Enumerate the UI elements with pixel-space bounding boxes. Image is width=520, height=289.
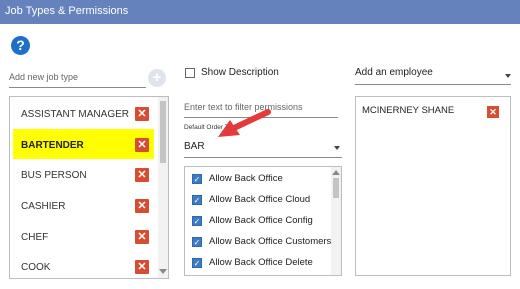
permissions-list: ✓ Allow Back Office ✓ Allow Back Office …	[184, 166, 342, 276]
chevron-down-icon	[505, 74, 511, 78]
delete-job-type-button[interactable]: ✕	[135, 230, 149, 244]
job-type-label: CASHIER	[21, 201, 66, 212]
delete-job-type-button[interactable]: ✕	[135, 168, 149, 182]
remove-employee-button[interactable]: ✕	[487, 106, 499, 118]
checkbox-checked-icon[interactable]: ✓	[192, 257, 202, 268]
chevron-down-icon	[334, 146, 340, 150]
permission-item[interactable]: ✓ Allow Back Office	[192, 173, 283, 184]
add-employee-dropdown[interactable]: Add an employee	[355, 67, 511, 85]
add-employee-label: Add an employee	[355, 67, 433, 78]
delete-job-type-button[interactable]: ✕	[135, 138, 149, 152]
permission-item[interactable]: ✓ Allow Back Office Customers	[192, 236, 331, 247]
job-type-row-selected[interactable]: BARTENDER ✕	[13, 129, 154, 159]
default-order-type-label: Default Order T	[184, 124, 229, 131]
scroll-down-arrow-icon[interactable]	[159, 269, 167, 274]
permissions-scrollbar[interactable]	[331, 167, 341, 275]
permission-label: Allow Back Office Config	[209, 215, 313, 226]
show-description-label: Show Description	[201, 67, 279, 78]
checkbox-checked-icon[interactable]: ✓	[192, 236, 202, 247]
checkbox-checked-icon[interactable]: ✓	[192, 173, 202, 184]
checkbox-checked-icon[interactable]: ✓	[192, 215, 202, 226]
job-type-row[interactable]: ASSISTANT MANAGER ✕	[13, 98, 154, 128]
window-title: Job Types & Permissions	[5, 5, 129, 17]
job-types-list: ASSISTANT MANAGER ✕ BARTENDER ✕ BUS PERS…	[9, 96, 169, 279]
window-title-bar: Job Types & Permissions	[0, 0, 520, 24]
checkbox-checked-icon[interactable]: ✓	[192, 194, 202, 205]
permission-label: Allow Back Office Delete	[209, 257, 313, 268]
job-type-label: CHEF	[21, 232, 49, 243]
show-description-toggle[interactable]: Show Description	[185, 67, 279, 78]
add-job-type-button[interactable]: +	[148, 69, 166, 87]
job-type-row[interactable]: CASHIER ✕	[13, 190, 154, 220]
permission-label: Allow Back Office	[209, 173, 283, 184]
delete-job-type-button[interactable]: ✕	[135, 199, 149, 213]
employees-list: MCINERNEY SHANE ✕	[355, 96, 511, 276]
permission-label: Allow Back Office Customers	[209, 236, 332, 247]
permission-label: Allow Back Office Cloud	[209, 194, 311, 205]
permission-item[interactable]: ✓ Allow Back Office Delete	[192, 257, 313, 268]
default-order-type-value: BAR	[184, 141, 205, 152]
job-type-row[interactable]: COOK ✕	[13, 251, 154, 278]
permission-item[interactable]: ✓ Allow Back Office Config	[192, 215, 313, 226]
job-type-label: ASSISTANT MANAGER	[21, 109, 129, 120]
show-description-checkbox[interactable]	[185, 67, 195, 78]
scroll-up-arrow-icon[interactable]	[332, 170, 340, 175]
job-type-label: BUS PERSON	[21, 170, 87, 181]
delete-job-type-button[interactable]: ✕	[135, 107, 149, 121]
permission-filter-input[interactable]	[184, 96, 338, 118]
scrollbar-thumb[interactable]	[160, 101, 166, 163]
help-icon[interactable]: ?	[11, 36, 30, 55]
job-type-label: BARTENDER	[21, 140, 84, 151]
default-order-type-dropdown[interactable]: BAR	[184, 138, 342, 158]
scrollbar-thumb[interactable]	[333, 178, 339, 198]
permission-item[interactable]: ✓ Allow Back Office Cloud	[192, 194, 310, 205]
job-type-row[interactable]: BUS PERSON ✕	[13, 159, 154, 189]
job-type-label: COOK	[21, 262, 51, 273]
employee-name: MCINERNEY SHANE	[362, 105, 455, 116]
new-job-type-input[interactable]	[9, 66, 146, 88]
job-types-scrollbar[interactable]	[158, 97, 168, 278]
delete-job-type-button[interactable]: ✕	[135, 260, 149, 274]
job-type-row[interactable]: CHEF ✕	[13, 221, 154, 251]
